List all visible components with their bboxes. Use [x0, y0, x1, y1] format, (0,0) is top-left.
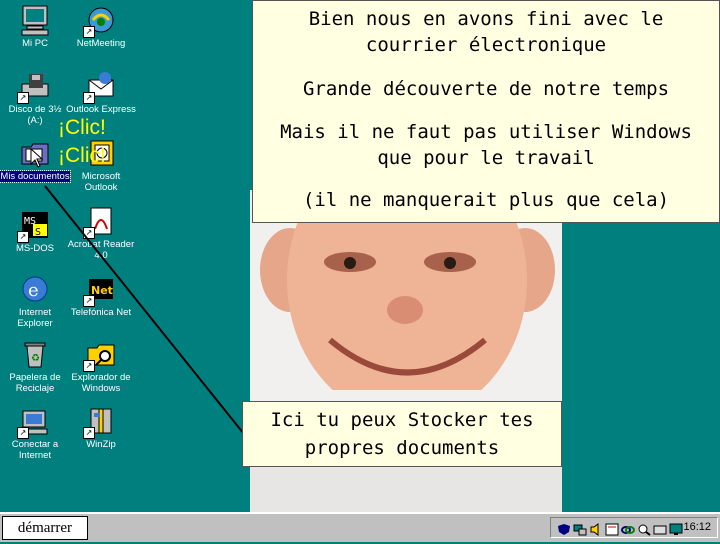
desktop-icon-winzip[interactable]: ↗ WinZip — [66, 405, 136, 450]
recycle-bin-icon: ♻ — [19, 338, 51, 370]
shortcut-arrow-icon: ↗ — [83, 92, 95, 104]
desktop-icon-recycle-bin[interactable]: ♻ Papelera de Reciclaje — [0, 338, 70, 394]
system-tray: 16:12 — [550, 517, 718, 538]
shortcut-arrow-icon: ↗ — [83, 227, 95, 239]
floppy-drive-icon: ↗ — [17, 70, 51, 104]
monitor-icon[interactable] — [669, 521, 683, 535]
desktop-icon-netmeeting[interactable]: ↗ NetMeeting — [66, 4, 136, 49]
icon-label: Papelera de Reciclaje — [9, 372, 61, 394]
desktop-icon-telefonica[interactable]: Net ↗ Telefónica Net — [66, 273, 136, 318]
shortcut-arrow-icon: ↗ — [83, 427, 95, 439]
connect-internet-icon: ↗ — [17, 405, 51, 439]
icon-label: Mi PC — [22, 38, 48, 49]
callout-line: propres documents — [304, 437, 500, 459]
network-icon[interactable] — [573, 521, 587, 536]
taskbar: démarrer 16:12 — [0, 512, 720, 542]
keyboard-icon[interactable] — [653, 521, 667, 535]
clock[interactable]: 16:12 — [683, 521, 711, 533]
svg-text:S: S — [35, 227, 41, 238]
shortcut-arrow-icon: ↗ — [17, 231, 29, 243]
click-indicator-2: ¡Clic! — [58, 144, 106, 167]
documents-callout: Ici tu peux Stocker tes propres document… — [242, 401, 562, 467]
shortcut-arrow-icon: ↗ — [83, 360, 95, 372]
desktop-icon-internet-explorer[interactable]: e Internet Explorer — [0, 273, 70, 329]
speaker-icon[interactable] — [589, 521, 603, 536]
netmeeting-icon: ↗ — [83, 4, 117, 38]
icon-label: Outlook Express — [66, 104, 136, 115]
click-indicator-1: ¡Clic! — [58, 116, 106, 139]
icon-label: Conectar a Internet — [11, 439, 59, 461]
windows-explorer-icon: ↗ — [83, 338, 117, 372]
icon-label: Mis documentos — [0, 170, 71, 183]
acrobat-reader-icon: ↗ — [83, 205, 117, 239]
shortcut-arrow-icon: ↗ — [83, 295, 95, 307]
telefonica-net-icon: Net ↗ — [83, 273, 117, 307]
callout-line: courrier électronique — [365, 34, 607, 56]
icon-label: Telefónica Net — [70, 307, 132, 318]
desktop-icon-acrobat[interactable]: ↗ Acrobat Reader 4.0 — [66, 205, 136, 261]
callout-line: Bien nous en avons fini avec le — [308, 8, 664, 30]
info-callout: Bien nous en avons fini avec le courrier… — [252, 0, 720, 223]
shortcut-arrow-icon: ↗ — [17, 427, 29, 439]
svg-text:♻: ♻ — [31, 353, 40, 364]
shortcut-arrow-icon: ↗ — [83, 26, 95, 38]
callout-line: Grande découverte de notre temps — [302, 78, 670, 100]
scheduler-icon[interactable] — [605, 521, 619, 536]
msdos-icon: MS S ↗ — [17, 209, 51, 243]
desktop-icon-connect-internet[interactable]: ↗ Conectar a Internet — [0, 405, 70, 461]
icon-label: Explorador de Windows — [71, 372, 131, 394]
callout-line: Mais il ne faut pas utiliser Windows — [280, 121, 692, 143]
icon-label: Acrobat Reader 4.0 — [67, 239, 135, 261]
callout-line: Ici tu peux Stocker tes — [270, 409, 534, 431]
computer-icon — [19, 4, 51, 36]
desktop-icon-msdos[interactable]: MS S ↗ MS-DOS — [0, 209, 70, 254]
start-button[interactable]: démarrer — [2, 516, 88, 540]
desktop-icon-outlook-express[interactable]: ↗ Outlook Express — [66, 70, 136, 115]
icon-label: MS-DOS — [16, 243, 54, 254]
callout-line: (il ne manquerait plus que cela) — [302, 189, 670, 211]
icon-label: Internet Explorer — [17, 307, 53, 329]
outlook-express-icon: ↗ — [83, 70, 117, 104]
shield-icon[interactable] — [557, 521, 571, 535]
desktop-icon-my-pc[interactable]: Mi PC — [0, 4, 70, 49]
internet-explorer-icon: e — [19, 273, 51, 305]
search-icon[interactable] — [637, 521, 651, 536]
shortcut-arrow-icon: ↗ — [17, 92, 29, 104]
mouse-cursor-icon — [30, 147, 44, 168]
callout-line: que pour le travail — [377, 147, 595, 169]
winzip-icon: ↗ — [83, 405, 117, 439]
link-icon[interactable] — [621, 521, 635, 534]
icon-label: NetMeeting — [76, 38, 126, 49]
icon-label: WinZip — [86, 439, 116, 450]
desktop-icon-explorer[interactable]: ↗ Explorador de Windows — [66, 338, 136, 394]
icon-label: Microsoft Outlook — [81, 171, 121, 193]
svg-text:e: e — [28, 280, 39, 301]
